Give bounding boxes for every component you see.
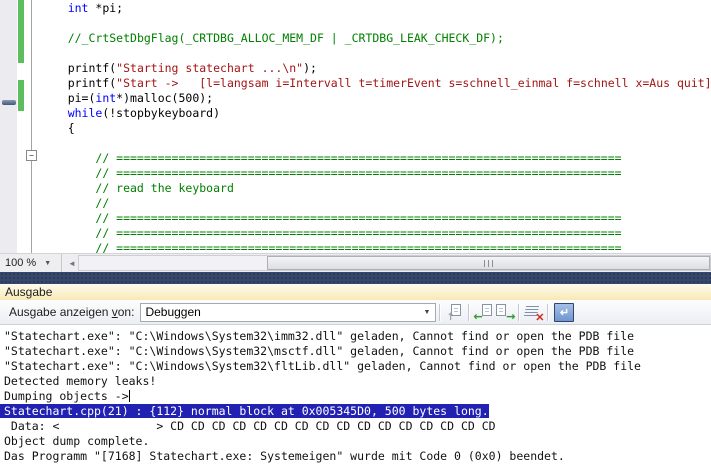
code-line: // =====================================… (40, 211, 711, 226)
show-output-from-label: Ausgabe anzeigen von: (9, 305, 134, 319)
code-line: // =====================================… (40, 226, 711, 241)
next-message-button[interactable]: → (495, 303, 514, 322)
chevron-down-icon: ▼ (44, 260, 51, 267)
text-cursor (129, 390, 130, 402)
toolbar-separator (468, 304, 470, 321)
horizontal-scrollbar[interactable] (78, 255, 711, 271)
page-icon (482, 304, 492, 316)
outlining-guide-line (31, 0, 32, 253)
code-line: // =====================================… (40, 241, 711, 253)
output-toolbar: Ausgabe anzeigen von: Debuggen ▼ ↑ ← → (0, 300, 711, 325)
page-icon (496, 304, 506, 316)
scrollbar-grip-icon (484, 260, 493, 267)
word-wrap-icon: ↵ (560, 306, 569, 319)
scrollbar-thumb[interactable] (267, 256, 710, 270)
code-line: // =====================================… (40, 166, 711, 181)
editor-scrollbar-row: 100 % ▼ ◄ (0, 253, 711, 272)
scroll-left-button[interactable]: ◄ (66, 254, 78, 272)
toggle-word-wrap-button[interactable]: ↵ (554, 303, 574, 322)
indicator-dash-icon[interactable] (2, 100, 16, 105)
code-line: // read the keyboard (40, 181, 711, 196)
previous-message-button[interactable]: ← (474, 303, 493, 322)
code-line (40, 16, 711, 31)
code-line (40, 46, 711, 61)
indicator-margin[interactable] (0, 0, 17, 253)
output-line[interactable]: Detected memory leaks! (4, 374, 711, 389)
zoom-level-dropdown[interactable]: 100 % ▼ (0, 254, 62, 272)
arrow-left-icon: ← (473, 310, 482, 323)
zoom-level-value: 100 % (5, 257, 36, 269)
output-line[interactable]: "Statechart.exe": "C:\Windows\System32\m… (4, 344, 711, 359)
code-lines[interactable]: int *pi; //_CrtSetDbgFlag(_CRTDBG_ALLOC_… (40, 1, 711, 253)
output-source-combobox[interactable]: Debuggen ▼ (140, 303, 436, 322)
code-line: pi=(int*)malloc(500); (40, 91, 711, 106)
change-tracking-bar (18, 80, 24, 111)
output-line[interactable]: Data: < > CD CD CD CD CD CD CD CD CD CD … (4, 419, 711, 434)
code-line: int *pi; (40, 1, 711, 16)
arrow-up-icon: ↑ (446, 312, 454, 323)
toolbar-separator (439, 304, 441, 321)
panel-splitter[interactable] (0, 272, 711, 284)
code-line: // (40, 196, 711, 211)
output-line[interactable]: Object dump complete. (4, 434, 711, 449)
code-line: { (40, 121, 711, 136)
arrow-right-icon: → (506, 310, 515, 323)
output-text-area[interactable]: "Statechart.exe": "C:\Windows\System32\i… (0, 325, 711, 472)
toolbar-separator (518, 304, 520, 321)
output-line[interactable]: Das Programm "[7168] Statechart.exe: Sys… (4, 449, 711, 464)
clear-all-button[interactable]: ✕ (524, 303, 543, 322)
code-line (40, 136, 711, 151)
output-line[interactable]: Dumping objects -> (4, 389, 711, 404)
combobox-value: Debuggen (145, 305, 423, 319)
code-line: while(!stopbykeyboard) (40, 106, 711, 121)
output-line[interactable]: "Statechart.exe": "C:\Windows\System32\i… (4, 329, 711, 344)
code-line: // =====================================… (40, 151, 711, 166)
output-line-selected[interactable]: Statechart.cpp(21) : {112} normal block … (4, 404, 711, 419)
output-panel-title[interactable]: Ausgabe (0, 284, 711, 300)
find-message-in-code-button[interactable]: ↑ (445, 303, 464, 322)
code-editor[interactable]: − int *pi; //_CrtSetDbgFlag(_CRTDBG_ALLO… (0, 0, 711, 253)
change-tracking-bar (18, 0, 24, 63)
code-line: printf("Starting statechart ...\n"); (40, 61, 711, 76)
toolbar-separator (547, 304, 549, 321)
red-x-icon: ✕ (535, 311, 544, 324)
collapse-region-icon[interactable]: − (26, 150, 37, 161)
code-line: //_CrtSetDbgFlag(_CRTDBG_ALLOC_MEM_DF | … (40, 31, 711, 46)
code-line: printf("Start -> [l=langsam i=Intervall … (40, 76, 711, 91)
output-line[interactable]: "Statechart.exe": "C:\Windows\System32\f… (4, 359, 711, 374)
visual-studio-window: − int *pi; //_CrtSetDbgFlag(_CRTDBG_ALLO… (0, 0, 711, 472)
chevron-down-icon: ▼ (424, 309, 431, 316)
